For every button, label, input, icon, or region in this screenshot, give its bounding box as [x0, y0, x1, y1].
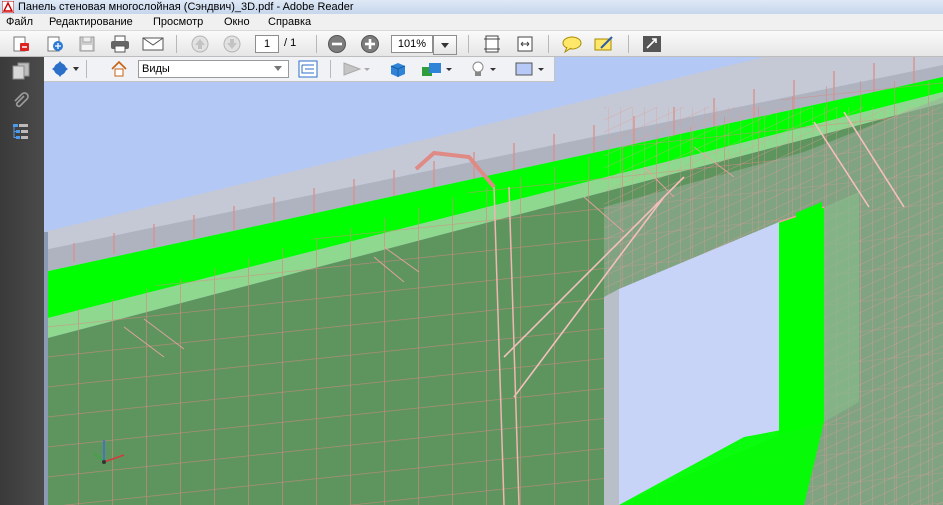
chevron-down-icon [441, 42, 449, 48]
background-color-button[interactable] [514, 59, 546, 79]
attachments-icon [14, 92, 29, 108]
lighting-icon [472, 61, 496, 76]
save-button[interactable] [76, 34, 98, 54]
zoom-dropdown-button[interactable] [433, 35, 457, 55]
projection-button[interactable] [388, 59, 408, 79]
title-bar: Панель стеновая многослойная (Сэндвич)_3… [0, 0, 943, 14]
render-mode-icon [422, 63, 452, 76]
create-pdf-button[interactable] [10, 34, 32, 54]
zoom-out-button[interactable] [326, 34, 348, 54]
pages-icon [12, 62, 30, 80]
save-icon [79, 36, 95, 52]
home-view-button[interactable] [110, 59, 128, 79]
background-color-icon [515, 62, 544, 76]
toolbar-separator [176, 35, 177, 53]
zoom-in-icon [361, 35, 379, 53]
fit-page-button[interactable] [481, 34, 503, 54]
adobe-reader-icon [2, 1, 14, 13]
email-button[interactable] [142, 34, 164, 54]
3d-toolbar: Виды [44, 57, 555, 82]
menu-help[interactable]: Справка [268, 14, 311, 30]
menu-edit[interactable]: Редактирование [49, 14, 133, 30]
prev-page-icon [191, 35, 209, 53]
comment-icon [562, 36, 582, 53]
expand-icon [643, 36, 661, 52]
comment-button[interactable] [561, 34, 583, 54]
render-mode-button[interactable] [420, 59, 454, 79]
attachments-panel-button[interactable] [11, 91, 31, 111]
rotate-tool-button[interactable] [50, 59, 80, 79]
model-tree-toggle-button[interactable] [298, 59, 318, 79]
toolbar-separator [468, 35, 469, 53]
views-dropdown[interactable]: Виды [138, 60, 289, 78]
email-icon [142, 37, 164, 51]
menu-window[interactable]: Окно [224, 14, 250, 30]
model-tree-panel-button[interactable] [11, 121, 31, 141]
next-page-icon [223, 35, 241, 53]
toolbar-separator [330, 60, 331, 78]
sign-button[interactable] [593, 34, 615, 54]
fit-width-button[interactable] [514, 34, 536, 54]
views-dropdown-arrow[interactable] [272, 61, 284, 75]
wall-panel-3d-model [44, 57, 943, 505]
play-animation-button[interactable] [342, 59, 372, 79]
menu-file[interactable]: Файл [6, 14, 33, 30]
model-tree-icon [13, 124, 28, 139]
zoom-level-input[interactable]: 101% [391, 35, 433, 53]
projection-icon [390, 63, 406, 77]
expand-button[interactable] [641, 34, 663, 54]
print-button[interactable] [109, 34, 131, 54]
page-number-input[interactable]: 1 [255, 35, 279, 53]
menu-view[interactable]: Просмотр [153, 14, 203, 30]
3d-model-viewport[interactable] [44, 57, 943, 505]
collaborate-icon [47, 36, 63, 52]
window-title: Панель стеновая многослойная (Сэндвич)_3… [18, 1, 354, 13]
sign-icon [594, 36, 613, 51]
zoom-out-icon [328, 35, 346, 53]
toolbar-separator [316, 35, 317, 53]
zoom-in-button[interactable] [359, 34, 381, 54]
home-view-icon [111, 60, 127, 77]
chevron-down-icon [274, 65, 282, 71]
pages-panel-button[interactable] [11, 61, 31, 81]
main-toolbar: 1 / 1 101% [0, 31, 943, 57]
prev-page-button[interactable] [189, 34, 211, 54]
toolbar-separator [628, 35, 629, 53]
play-animation-icon [343, 62, 370, 76]
toolbar-separator [548, 35, 549, 53]
collaborate-button[interactable] [44, 34, 66, 54]
toolbar-separator [86, 60, 87, 78]
model-tree-icon [298, 60, 318, 78]
fit-page-icon [484, 35, 500, 53]
menu-bar: Файл Редактирование Просмотр Окно Справк… [0, 14, 943, 31]
print-icon [111, 35, 129, 53]
page-total: / 1 [284, 37, 297, 49]
next-page-button[interactable] [221, 34, 243, 54]
lighting-button[interactable] [468, 59, 498, 79]
navigation-sidebar [0, 57, 44, 505]
create-pdf-icon [13, 36, 29, 52]
rotate-tool-icon [52, 61, 79, 77]
fit-width-icon [517, 36, 533, 52]
